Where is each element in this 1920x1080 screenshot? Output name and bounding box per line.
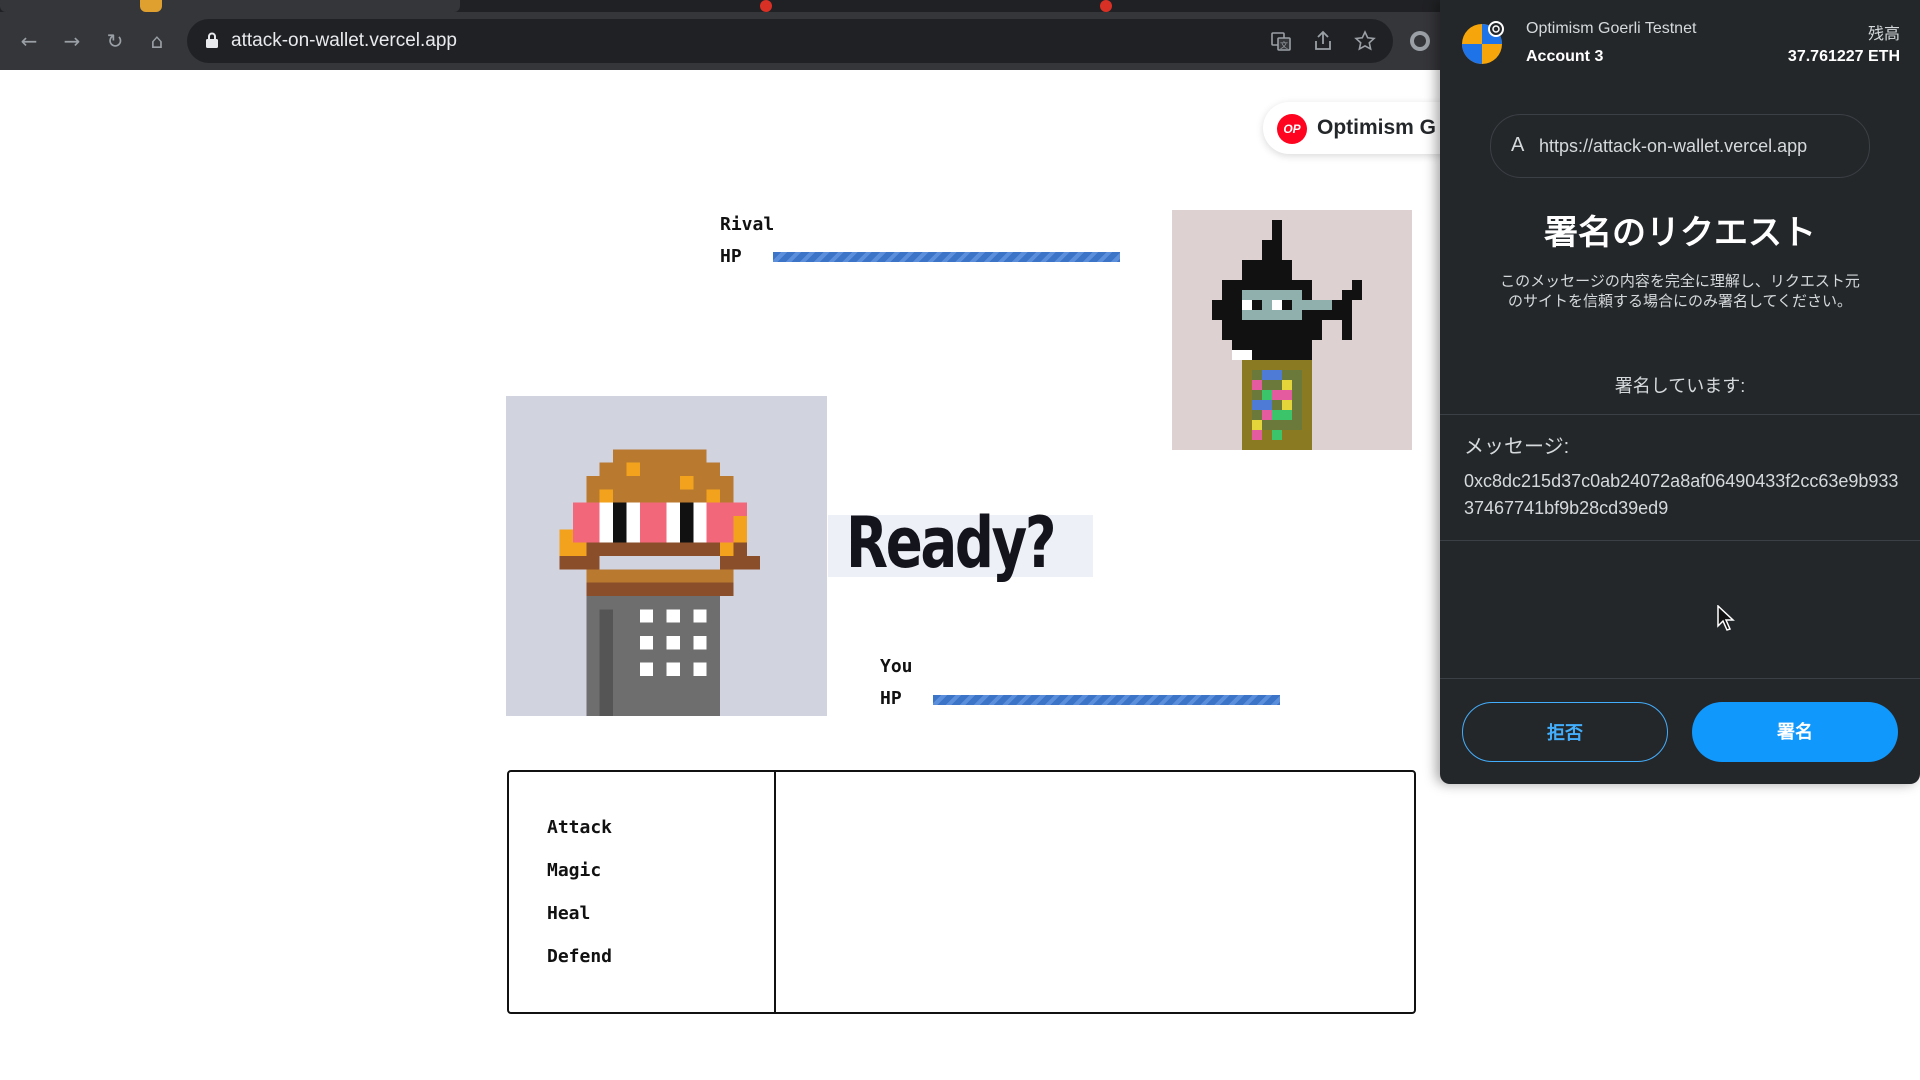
optimism-logo-icon: OP	[1277, 114, 1307, 144]
rival-name: Rival	[720, 214, 775, 235]
sign-button[interactable]: 署名	[1692, 702, 1898, 762]
browser-toolbar: ← → ↻ ⌂ attack-on-wallet.vercel.app 文	[0, 12, 1440, 70]
rival-hp-bar	[773, 252, 1120, 262]
metamask-popup: Optimism Goerli Testnet Account 3 残高 37.…	[1440, 0, 1920, 784]
command-menu: Attack Magic Heal Defend	[509, 772, 776, 1012]
orca-character-icon	[1212, 220, 1362, 450]
magic-command[interactable]: Magic	[547, 860, 601, 881]
translate-icon[interactable]: 文	[1269, 29, 1293, 53]
network-name: Optimism G	[1317, 116, 1437, 139]
divider	[1440, 678, 1920, 679]
muffin-character-icon	[559, 449, 761, 716]
divider	[1440, 540, 1920, 541]
browser-tab[interactable]	[0, 0, 460, 12]
origin-url: https://attack-on-wallet.vercel.app	[1539, 136, 1808, 156]
address-bar[interactable]: attack-on-wallet.vercel.app 文	[187, 19, 1393, 63]
divider	[1440, 414, 1920, 415]
share-icon[interactable]	[1311, 29, 1335, 53]
forward-icon[interactable]: →	[60, 29, 84, 53]
reload-icon[interactable]: ↻	[103, 29, 127, 53]
heal-command[interactable]: Heal	[547, 903, 590, 924]
tab-favicon	[760, 0, 772, 12]
message-label: メッセージ:	[1464, 436, 1570, 458]
player-hp-label: HP	[880, 688, 902, 709]
game-page: OP Optimism G Rival HP Ready? You HP Att…	[0, 70, 1463, 1080]
message-value: 0xc8dc215d37c0ab24072a8af06490433f2cc63e…	[1464, 471, 1899, 518]
extension-icon[interactable]	[1408, 29, 1432, 53]
lock-icon[interactable]	[205, 32, 219, 48]
account-identicon-icon[interactable]	[1460, 20, 1506, 66]
network-name[interactable]: Optimism Goerli Testnet	[1526, 20, 1696, 38]
mouse-cursor-icon	[1717, 605, 1735, 631]
tab-favicon	[1100, 0, 1112, 12]
site-initial-icon: A	[1511, 134, 1525, 156]
defend-command[interactable]: Defend	[547, 946, 612, 967]
rival-avatar	[1172, 210, 1412, 450]
player-hp-bar	[933, 695, 1280, 705]
metamask-header: Optimism Goerli Testnet Account 3 残高 37.…	[1440, 0, 1920, 83]
origin-pill: A https://attack-on-wallet.vercel.app	[1490, 114, 1870, 178]
balance-label: 残高	[1867, 26, 1900, 43]
reject-button[interactable]: 拒否	[1462, 702, 1668, 762]
command-panel: Attack Magic Heal Defend	[507, 770, 1416, 1014]
bookmark-star-icon[interactable]	[1353, 29, 1377, 53]
player-avatar	[506, 396, 827, 716]
home-icon[interactable]: ⌂	[145, 29, 169, 53]
account-name[interactable]: Account 3	[1526, 48, 1603, 66]
back-icon[interactable]: ←	[17, 29, 41, 53]
attack-command[interactable]: Attack	[547, 817, 612, 838]
request-title: 署名のリクエスト	[1544, 214, 1816, 252]
tab-favicon	[140, 0, 162, 12]
url-text[interactable]: attack-on-wallet.vercel.app	[231, 19, 457, 63]
rival-hp-label: HP	[720, 246, 742, 267]
player-name: You	[880, 656, 913, 677]
balance-value: 37.761227 ETH	[1787, 48, 1900, 65]
ready-text: Ready?	[846, 502, 1057, 584]
tab-strip	[0, 0, 1440, 12]
svg-text:文: 文	[1280, 40, 1288, 50]
sign-warning: このメッセージの内容を完全に理解し、リクエスト元のサイトを信頼する場合にのみ署名…	[1500, 273, 1860, 310]
signing-label: 署名しています:	[1614, 376, 1746, 396]
network-badge[interactable]: OP Optimism G	[1263, 102, 1463, 154]
